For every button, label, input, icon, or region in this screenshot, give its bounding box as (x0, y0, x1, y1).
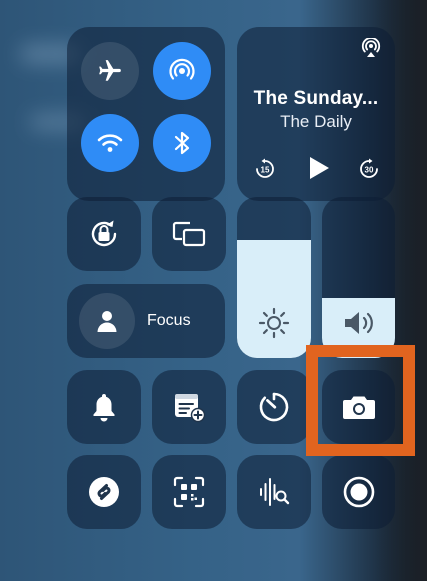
focus-icon-circle (79, 293, 135, 349)
skip-back-seconds: 15 (261, 166, 270, 175)
skip-forward-seconds: 30 (365, 166, 374, 175)
sound-recognition-button[interactable] (237, 455, 311, 529)
quick-note-button[interactable] (152, 370, 226, 444)
volume-slider[interactable] (322, 197, 395, 358)
timer-icon (259, 392, 289, 422)
focus-label: Focus (147, 312, 191, 329)
brightness-icon (258, 307, 290, 339)
focus-button[interactable]: Focus (67, 284, 225, 358)
sound-recognition-icon (260, 478, 290, 506)
brightness-fill (237, 240, 311, 358)
person-icon (97, 311, 117, 332)
skip-back-button[interactable]: 15 (254, 158, 276, 180)
screen-recording-button[interactable] (322, 455, 395, 529)
camera-highlight-box (306, 345, 415, 456)
now-playing-subtitle: The Daily (280, 112, 352, 131)
volume-icon (345, 312, 373, 334)
screen-mirroring-button[interactable] (152, 197, 226, 271)
qr-code-icon (173, 476, 205, 508)
play-icon (310, 157, 329, 179)
now-playing-tile[interactable]: The Sunday... The Daily 15 30 (237, 27, 395, 201)
forward-30-icon: 30 (360, 158, 378, 178)
rotation-lock-icon (91, 220, 117, 247)
wifi-icon (97, 134, 123, 152)
rotation-lock-button[interactable] (67, 197, 141, 271)
airdrop-button[interactable] (153, 42, 211, 100)
brightness-slider[interactable] (237, 197, 311, 358)
screen-mirroring-icon (172, 221, 206, 247)
brightness-icon-wrap (258, 307, 290, 339)
airplay-icon (361, 38, 381, 57)
connectivity-tile (67, 27, 225, 201)
skip-forward-button[interactable]: 30 (358, 158, 380, 180)
wifi-button[interactable] (81, 114, 139, 172)
bluetooth-icon (174, 131, 190, 155)
bluetooth-button[interactable] (153, 114, 211, 172)
now-playing-title: The Sunday... (253, 88, 379, 109)
volume-icon-wrap (342, 309, 378, 337)
rewind-15-icon: 15 (256, 158, 274, 178)
shazam-button[interactable] (67, 455, 141, 529)
airplane-icon (99, 60, 121, 81)
notes-add-icon (175, 394, 206, 423)
timer-button[interactable] (237, 370, 311, 444)
play-button[interactable] (307, 155, 331, 181)
screen-record-icon (343, 476, 374, 508)
airplane-mode-button[interactable] (81, 42, 139, 100)
airplay-button[interactable] (361, 38, 381, 58)
silent-mode-button[interactable] (67, 370, 141, 444)
bell-icon (93, 394, 115, 422)
airdrop-icon (169, 58, 195, 80)
code-scanner-button[interactable] (152, 455, 226, 529)
shazam-icon (89, 477, 119, 507)
